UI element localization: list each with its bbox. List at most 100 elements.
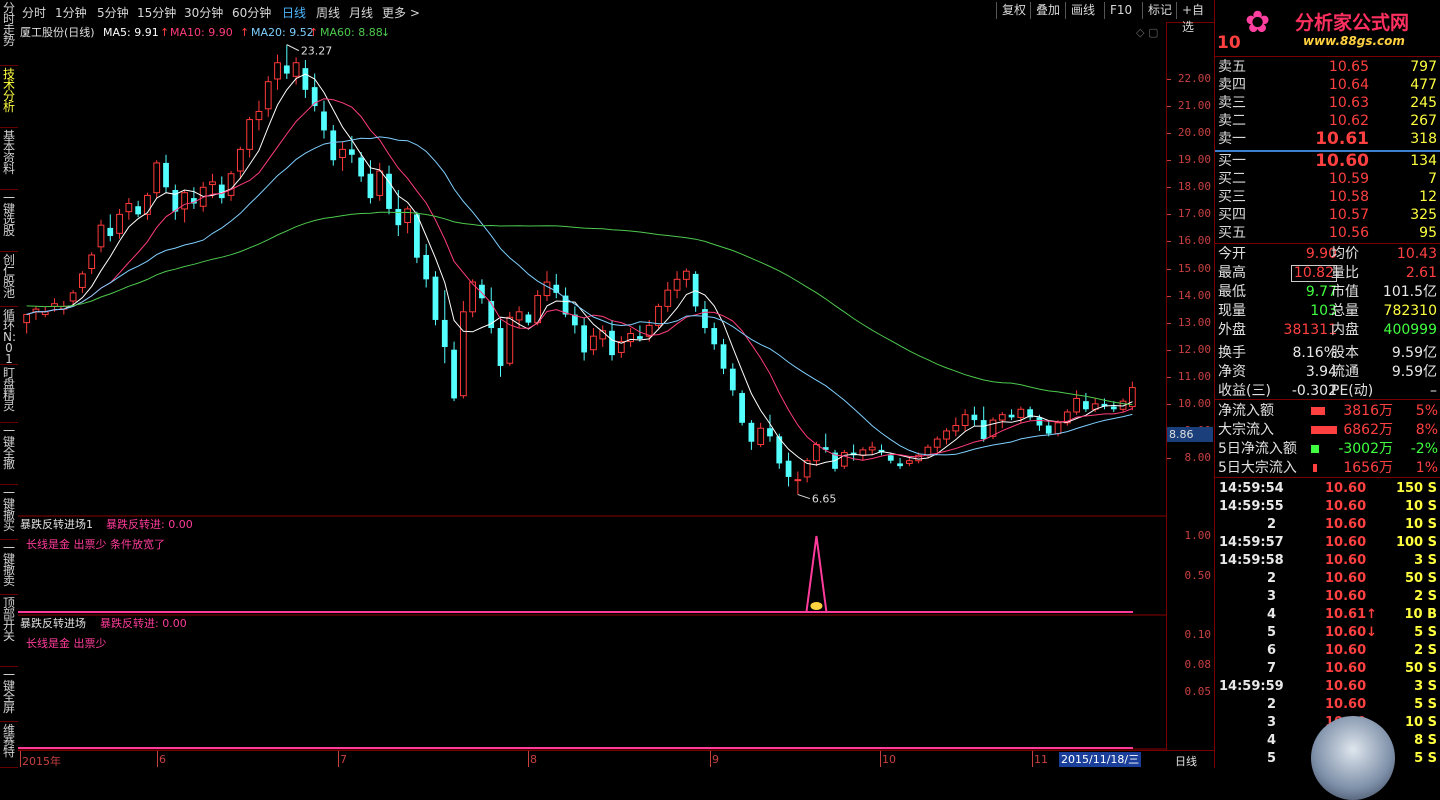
tick-row[interactable]: 14:59:58 10.60 3 S bbox=[1215, 552, 1440, 570]
legend-item-3: MA20: 9.52 bbox=[251, 26, 314, 39]
bid-row[interactable]: 买二 10.59 7 bbox=[1215, 170, 1440, 188]
period-tab-4[interactable]: 30分钟 bbox=[184, 4, 223, 21]
bid-row[interactable]: 买三 10.58 12 bbox=[1215, 188, 1440, 206]
period-tab-1[interactable]: 1分钟 bbox=[55, 4, 87, 21]
period-tab-8[interactable]: 月线 bbox=[349, 4, 373, 21]
ind2-note: 长线是金 出票少 bbox=[26, 636, 107, 650]
tick-price: 10.60 bbox=[1325, 697, 1367, 712]
left-tab-2[interactable]: 基本资料 bbox=[0, 128, 18, 190]
ask-row[interactable]: 卖五 10.65 797 bbox=[1215, 58, 1440, 76]
period-tab-9[interactable]: 更多 > bbox=[382, 4, 420, 21]
tick-row[interactable]: 2 10.60 10 S bbox=[1215, 516, 1440, 534]
high-label: 23.27 bbox=[301, 45, 333, 58]
toolbar-button-4[interactable]: 标记 bbox=[1142, 2, 1177, 19]
candle-body bbox=[506, 316, 514, 364]
toolbar-button-2[interactable]: 画线 bbox=[1065, 2, 1100, 19]
candle-body bbox=[395, 208, 402, 226]
left-tab-0[interactable]: 分时走势 bbox=[0, 0, 18, 66]
stat-label: 股本 bbox=[1331, 345, 1359, 361]
tick-row[interactable]: 14:59:59 10.60 3 S bbox=[1215, 678, 1440, 696]
stat-value: – bbox=[1430, 383, 1437, 399]
stat-label: 收益(三) bbox=[1218, 383, 1271, 399]
left-tab-4[interactable]: 创仁股池 bbox=[0, 252, 18, 307]
toolbar-button-3[interactable]: F10 bbox=[1104, 2, 1137, 19]
kline-chart[interactable]: 23.27 6.65 厦工股份(日线) MA5: 9.91 MA10: 9.90 MA20… bbox=[18, 22, 1166, 750]
price-axis: 22.00 21.00 20.00 19.00 18.00 17.00 16.00 15.00… bbox=[1166, 22, 1215, 750]
tick-row[interactable]: 5 10.60↓ 5 S bbox=[1215, 624, 1440, 642]
period-tag[interactable]: 日线 bbox=[1175, 753, 1197, 769]
bid-row[interactable]: 买一 10.60 134 bbox=[1215, 152, 1440, 170]
toolbar-button-5[interactable]: +自选 bbox=[1176, 2, 1214, 34]
tick-row[interactable]: 6 10.60 2 S bbox=[1215, 642, 1440, 660]
ask-row[interactable]: 卖二 10.62 267 bbox=[1215, 112, 1440, 130]
date-tick bbox=[20, 751, 21, 767]
ask-row[interactable]: 卖三 10.63 245 bbox=[1215, 94, 1440, 112]
left-tab-9[interactable]: 一键撤卖 bbox=[0, 540, 18, 595]
tick-time: 14:59:59 bbox=[1219, 679, 1284, 694]
candle-body bbox=[897, 463, 903, 467]
left-tab-5[interactable]: 循环N:01 bbox=[0, 307, 18, 365]
left-tab-11[interactable]: 一键全屏 bbox=[0, 667, 18, 722]
ask-row[interactable]: 卖四 10.64 477 bbox=[1215, 76, 1440, 94]
flow-pct: 5% bbox=[1415, 403, 1438, 419]
candle-body bbox=[998, 414, 1006, 421]
left-tab-7[interactable]: 一键全撤 bbox=[0, 423, 18, 485]
candle-body bbox=[794, 479, 802, 482]
candle-body bbox=[543, 281, 551, 297]
tick-row[interactable]: 2 10.60 50 S bbox=[1215, 570, 1440, 588]
stat-label: 换手 bbox=[1218, 345, 1246, 361]
left-tab-1[interactable]: 技术分析 bbox=[0, 66, 18, 128]
price-tick-label: 15.00 bbox=[1177, 261, 1211, 275]
bid-row[interactable]: 买五 10.56 95 bbox=[1215, 224, 1440, 242]
ask-row[interactable]: 卖一 10.61 318 bbox=[1215, 130, 1440, 148]
period-tab-5[interactable]: 60分钟 bbox=[232, 4, 271, 21]
legend-item-0: 厦工股份(日线) bbox=[20, 25, 95, 39]
candle-body bbox=[153, 162, 161, 194]
tick-row[interactable]: 2 10.60 5 S bbox=[1215, 696, 1440, 714]
stat-row: 今开 9.90 均价 10.43 bbox=[1215, 245, 1440, 263]
candle-body bbox=[757, 427, 765, 445]
left-tab-6[interactable]: 盯盘精灵 bbox=[0, 365, 18, 423]
left-tab-3[interactable]: 一键选股 bbox=[0, 190, 18, 252]
period-tab-7[interactable]: 周线 bbox=[316, 4, 340, 21]
ind2-axis-label: 0.10 bbox=[1184, 628, 1212, 641]
tick-time: 6 bbox=[1267, 643, 1277, 658]
candle-body bbox=[292, 62, 300, 77]
period-tab-0[interactable]: 分时 bbox=[22, 4, 46, 21]
toolbar-button-1[interactable]: 叠加 bbox=[1030, 2, 1065, 19]
candle-body bbox=[1128, 387, 1136, 408]
toolbar-button-0[interactable]: 复权 bbox=[996, 2, 1031, 19]
candle-body bbox=[79, 273, 86, 288]
price-tick-mark bbox=[1167, 376, 1171, 378]
left-tab-10[interactable]: 顶部开关 bbox=[0, 595, 18, 667]
candle-body bbox=[887, 455, 894, 461]
tick-row[interactable]: 14:59:54 10.60 150 S bbox=[1215, 480, 1440, 498]
tick-row[interactable]: 7 10.60 50 S bbox=[1215, 660, 1440, 678]
candle-body bbox=[952, 425, 960, 432]
left-tab-12[interactable]: 维赛特 bbox=[0, 722, 18, 768]
candle-body bbox=[432, 276, 439, 320]
tick-row[interactable]: 3 10.60 2 S bbox=[1215, 588, 1440, 606]
candle-body bbox=[144, 194, 151, 215]
left-tab-8[interactable]: 一键撤买 bbox=[0, 485, 18, 540]
candle-body bbox=[274, 62, 281, 80]
bid-row[interactable]: 买四 10.57 325 bbox=[1215, 206, 1440, 224]
date-label: 11 bbox=[1034, 753, 1048, 766]
candle-body bbox=[451, 349, 457, 399]
panel-resize-icon[interactable]: ◇ ▢ bbox=[1136, 26, 1158, 39]
tick-row[interactable]: 14:59:55 10.60 10 S bbox=[1215, 498, 1440, 516]
price-tick-label: 12.00 bbox=[1177, 342, 1211, 356]
bid-price: 10.56 bbox=[1328, 225, 1369, 241]
candle-body bbox=[367, 173, 374, 199]
tick-row[interactable]: 14:59:57 10.60 100 S bbox=[1215, 534, 1440, 552]
price-tick-mark bbox=[1167, 268, 1171, 270]
candle-body bbox=[348, 149, 355, 155]
date-label: 6 bbox=[159, 753, 166, 766]
period-tab-6[interactable]: 日线 bbox=[282, 4, 306, 21]
stat-row: 现量 103 总量 782310 bbox=[1215, 302, 1440, 320]
period-tab-3[interactable]: 15分钟 bbox=[137, 4, 176, 21]
period-tab-2[interactable]: 5分钟 bbox=[97, 4, 129, 21]
tick-row[interactable]: 4 10.61↑ 10 B bbox=[1215, 606, 1440, 624]
cursor-date-label: 2015/11/18/三 bbox=[1059, 752, 1142, 767]
price-tick-mark bbox=[1167, 322, 1171, 324]
